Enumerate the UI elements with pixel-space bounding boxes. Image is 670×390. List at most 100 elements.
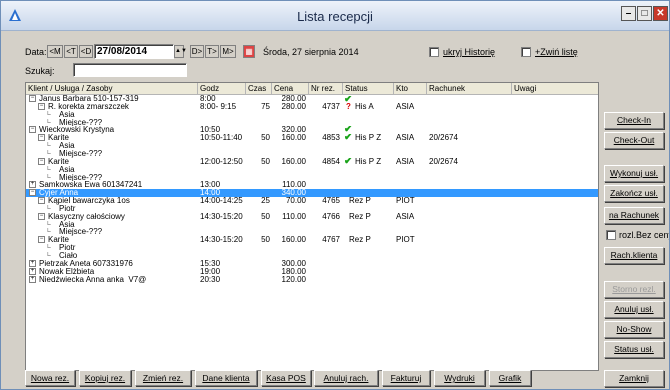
table-row[interactable]: − Wieckowski Krystyna 10:50 320.00 ✔ xyxy=(26,126,598,135)
expand-toggle[interactable]: − xyxy=(38,102,45,110)
row-client: Niedźwiecka Anna anka_V7@ xyxy=(39,275,147,284)
expand-toggle[interactable]: − xyxy=(38,212,45,220)
col-client[interactable]: Klient / Usługa / Zasoby xyxy=(26,83,198,95)
no-price-checkbox[interactable] xyxy=(606,230,616,240)
nav-next-day[interactable]: D> xyxy=(190,45,204,58)
row-time: 14:00-14:25 xyxy=(200,197,243,205)
side-button-0[interactable]: Check-In xyxy=(604,112,664,129)
side-button-7[interactable]: Storno rezl. xyxy=(604,281,664,298)
col-res-number[interactable]: Nr rez. xyxy=(309,83,343,95)
date-spinner[interactable]: ▲▼ xyxy=(174,45,187,58)
table-row[interactable]: + Samkowska Ewa 601347241 13:00 110.00 xyxy=(26,181,598,190)
table-row[interactable]: └ Piotr xyxy=(26,244,598,252)
table-row[interactable]: └ Asia xyxy=(26,221,598,229)
side-button-2[interactable]: Wykonuj usł. xyxy=(604,165,664,182)
table-row[interactable]: − Janus Barbara 510-157-319 8:00 280.00 xyxy=(26,95,598,103)
hide-history-checkbox[interactable] xyxy=(429,47,439,57)
table-row[interactable]: − Karite 10:50-11:40 50 160.00 4853 ✔ His P Z AS… xyxy=(26,134,598,143)
row-price: 160.00 xyxy=(281,236,306,245)
check-icon: ✔ xyxy=(344,157,353,166)
row-client: Samkowska Ewa 601347241 xyxy=(39,181,143,190)
table-row[interactable]: └ Asia xyxy=(26,166,598,174)
row-price: 320.00 xyxy=(281,126,306,135)
col-status[interactable]: Status xyxy=(343,83,394,95)
expand-toggle[interactable]: + xyxy=(29,259,36,267)
col-who[interactable]: Kto xyxy=(394,83,427,95)
close-dialog-button[interactable]: Zamknij xyxy=(604,370,664,387)
expand-toggle[interactable]: − xyxy=(38,134,45,142)
table-row[interactable]: + Pietrzak Aneta 607331976 15:30 300.00 xyxy=(26,259,598,268)
window-title: Lista recepcji xyxy=(297,9,373,24)
bottom-button-8[interactable]: Grafik xyxy=(489,370,531,386)
row-price: 70.00 xyxy=(285,197,306,205)
side-button-10[interactable]: Status usł. xyxy=(604,341,664,358)
expand-toggle[interactable]: − xyxy=(38,236,45,244)
row-res-number: 4853 xyxy=(322,134,340,143)
bottom-button-1[interactable]: Kopiuj rez. xyxy=(79,370,131,386)
date-field[interactable]: 27/08/2014 xyxy=(94,44,174,59)
row-res-number: 4766 xyxy=(322,212,340,221)
col-duration[interactable]: Czas xyxy=(246,83,272,95)
expand-toggle[interactable]: + xyxy=(29,181,36,189)
nav-next-week[interactable]: T> xyxy=(205,45,219,58)
table-row[interactable]: − Karite 14:30-15:20 50 160.00 4767 Rez P PIOT xyxy=(26,236,598,245)
nav-prev-month[interactable]: <M xyxy=(47,45,63,58)
collapse-list-checkbox[interactable] xyxy=(521,47,531,57)
table-row[interactable]: └ Piotr xyxy=(26,205,598,213)
table-row[interactable]: └ Miejsce-??? xyxy=(26,173,598,182)
bottom-button-5[interactable]: Anuluj rach. xyxy=(314,370,378,386)
table-row[interactable]: └ Asia xyxy=(26,111,598,119)
expand-toggle[interactable]: − xyxy=(29,95,36,102)
row-status: Rez P xyxy=(349,236,371,245)
nav-next-month[interactable]: M> xyxy=(220,45,236,58)
col-price[interactable]: Cena xyxy=(272,83,309,95)
row-time: 19:00 xyxy=(200,267,221,276)
expand-toggle[interactable]: − xyxy=(38,197,45,205)
expand-toggle[interactable]: − xyxy=(29,126,36,134)
expand-toggle[interactable]: − xyxy=(29,189,36,197)
table-row[interactable]: └ Miejsce-??? xyxy=(26,150,598,158)
tree-line: └ xyxy=(45,173,51,182)
side-button-1[interactable]: Check-Out xyxy=(604,132,664,149)
close-window-button[interactable]: ✕ xyxy=(653,6,668,21)
expand-toggle[interactable]: + xyxy=(29,275,36,283)
row-res-number: 4765 xyxy=(322,197,340,205)
side-button-4[interactable]: na Rachunek xyxy=(604,207,664,224)
side-button-3[interactable]: Zakończ usł. xyxy=(604,185,664,202)
table-row[interactable]: − Cyjer Anna 14:00 340.00 xyxy=(26,189,598,197)
minimize-button[interactable]: – xyxy=(621,6,636,21)
row-who: ASIA xyxy=(396,134,415,143)
col-time[interactable]: Godz xyxy=(198,83,246,95)
row-duration: 75 xyxy=(261,102,270,111)
nav-prev-day[interactable]: <D xyxy=(79,45,93,58)
table-row[interactable]: − R. korekta zmarszczek 8:00- 9:15 75 280.00… xyxy=(26,96,598,111)
expand-toggle[interactable]: − xyxy=(38,157,45,165)
tree-line: └ xyxy=(45,228,51,237)
bottom-button-2[interactable]: Zmień rez. xyxy=(135,370,191,386)
row-price: 280.00 xyxy=(281,102,306,111)
table-row[interactable]: + Nowak Elżbieta 19:00 180.00 xyxy=(26,267,598,276)
nav-prev-week[interactable]: <T xyxy=(64,45,78,58)
search-input[interactable] xyxy=(73,63,187,77)
bottom-button-6[interactable]: Fakturuj xyxy=(382,370,430,386)
table-row[interactable]: + Niedźwiecka Anna anka_V7@ 20:30 120.00 xyxy=(26,275,598,284)
expand-toggle[interactable]: + xyxy=(29,267,36,275)
side-button-9[interactable]: No-Show xyxy=(604,321,664,338)
bottom-button-3[interactable]: Dane klienta xyxy=(195,370,257,386)
table-row[interactable]: └ Miejsce-??? xyxy=(26,228,598,237)
table-row[interactable]: └ Asia xyxy=(26,142,598,150)
col-notes[interactable]: Uwagi xyxy=(512,83,598,95)
side-button-8[interactable]: Anuluj usł. xyxy=(604,301,664,318)
bottom-button-0[interactable]: Nowa rez. xyxy=(25,370,75,386)
calendar-icon[interactable]: ▦ xyxy=(243,45,255,58)
table-row[interactable]: └ Miejsce-??? xyxy=(26,119,598,127)
table-row[interactable]: − Klasyczny całościowy 14:30-15:20 50 110.00… xyxy=(26,212,598,221)
table-row[interactable]: − Kąpiel bawarczyka 1os 14:00-14:25 25 70.00… xyxy=(26,197,598,205)
bottom-button-7[interactable]: Wydruki xyxy=(434,370,485,386)
side-button-6[interactable]: Rach.klienta xyxy=(604,247,664,264)
bottom-button-4[interactable]: Kasa POS xyxy=(261,370,311,386)
col-bill[interactable]: Rachunek xyxy=(427,83,512,95)
maximize-button[interactable]: □ xyxy=(637,6,652,21)
table-row[interactable]: └ Ciało xyxy=(26,252,598,260)
table-row[interactable]: − Karite 12:00-12:50 50 160.00 4854 ✔ His P Z AS… xyxy=(26,157,598,166)
